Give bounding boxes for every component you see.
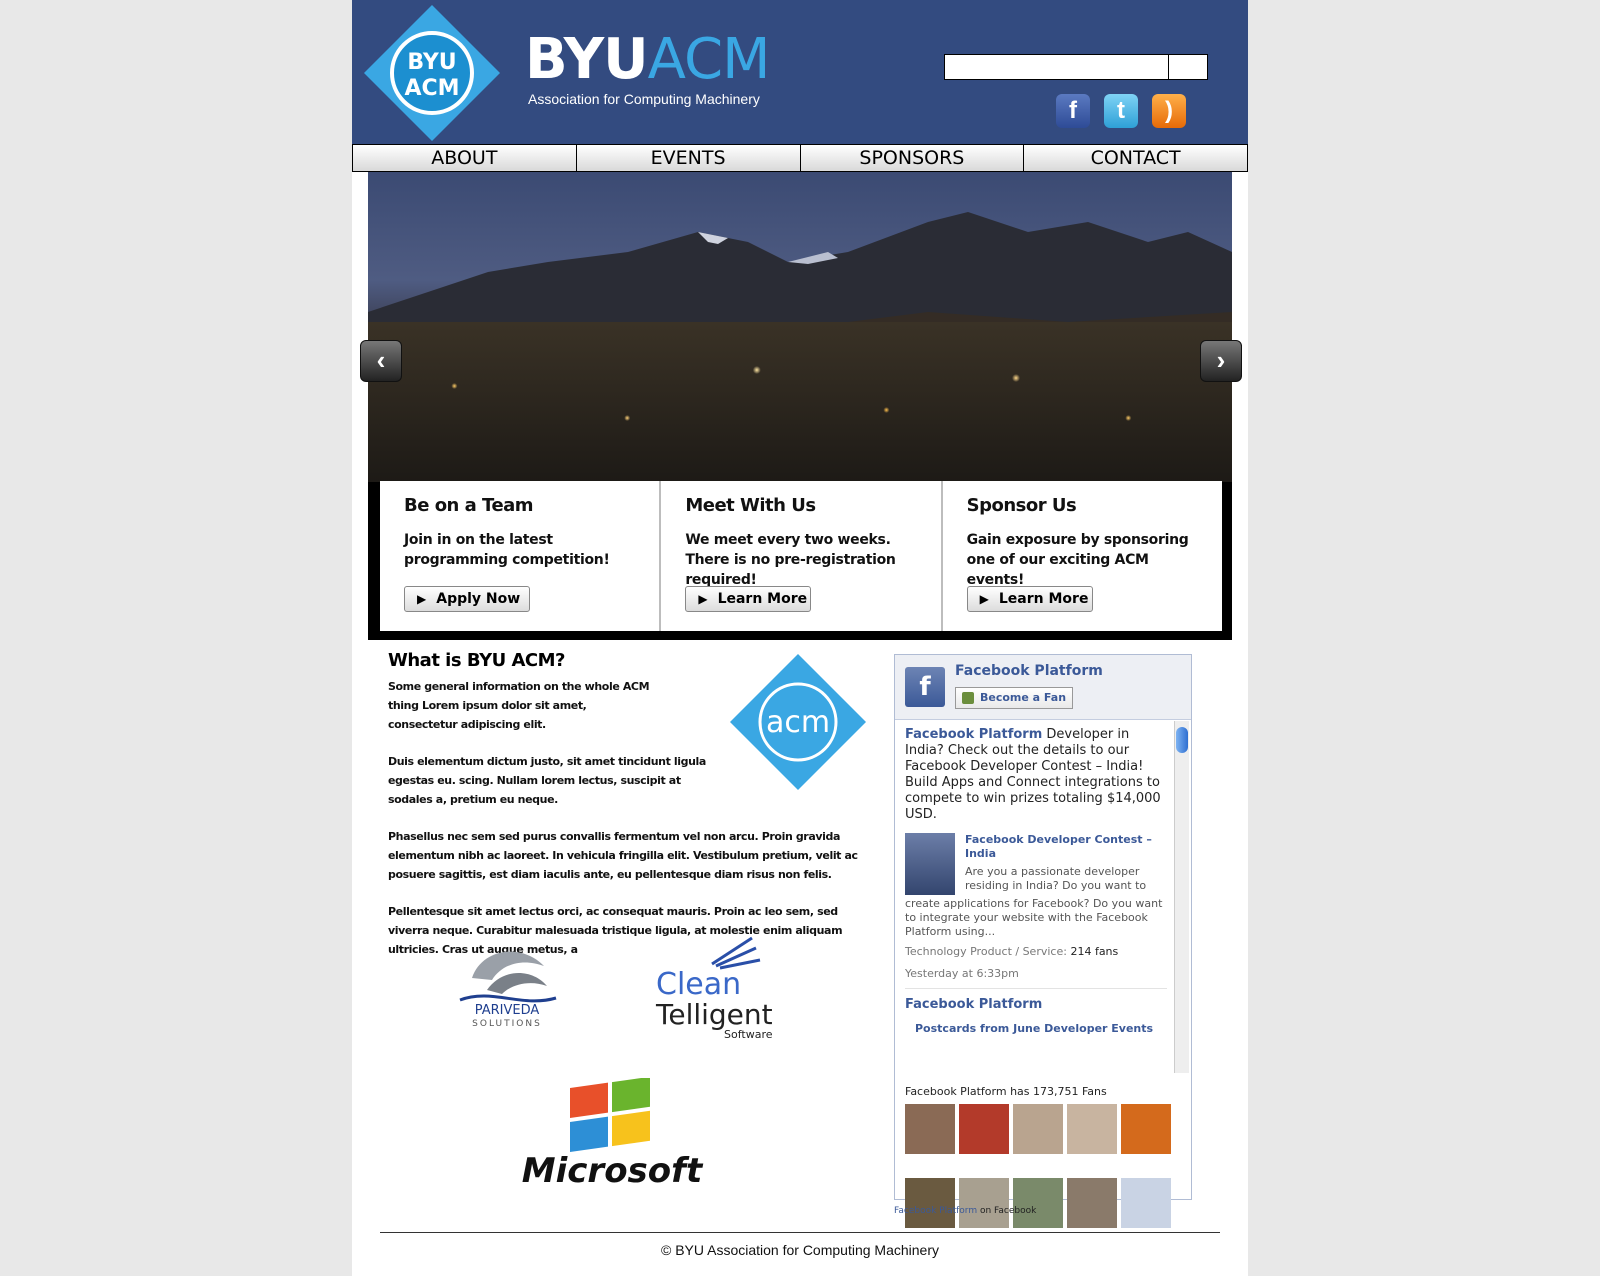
tagline: Association for Computing Machinery [528,91,760,107]
search-input[interactable] [947,56,1167,76]
brand-title: BYUACM [525,27,771,92]
pariveda-name: PARIVEDA [475,1003,540,1018]
hero-slideshow: Be on a Team Join in on the latest progr… [368,172,1232,640]
city-lights [368,322,1232,482]
page: BYU ACM BYUACM Association for Computing… [352,0,1248,1276]
fan-avatar[interactable] [905,1178,955,1228]
fan-avatar-grid [905,1104,1181,1252]
nav-contact[interactable]: CONTACT [1024,144,1248,172]
attachment-desc: Are you a passionate developer residing … [965,865,1147,892]
fan-avatar[interactable] [1013,1104,1063,1154]
microsoft-text: Microsoft [522,1151,704,1190]
meta-label: Technology Product / Service: [905,945,1067,958]
acm-logo: acm [730,654,866,790]
pariveda-sub: SOLUTIONS [472,1019,542,1028]
button-label: Apply Now [436,591,521,607]
card-sponsor: Sponsor Us Gain exposure by sponsoring o… [943,481,1222,631]
fb-header: f Facebook Platform Become a Fan [895,655,1191,720]
about-paragraph: Phasellus nec sem sed purus convallis fe… [388,830,858,881]
scrollbar-thumb[interactable] [1176,727,1188,753]
fb-feed: Facebook Platform Developer in India? Ch… [895,719,1191,1075]
meta-value: 214 fans [1070,945,1119,958]
brand-part1: BYU [525,27,649,92]
pariveda-logo[interactable]: PARIVEDA SOLUTIONS [452,938,562,1028]
acm-logo-text: acm [766,705,830,740]
card-team: Be on a Team Join in on the latest progr… [380,481,662,631]
fan-avatar[interactable] [905,1104,955,1154]
about-paragraph: Some general information on the whole AC… [388,680,650,731]
footer-divider [380,1232,1220,1233]
about-paragraph: Duis elementum dictum justo, sit amet ti… [388,755,706,806]
fb-footer: Facebook Platform on Facebook [894,1206,1036,1216]
search-button[interactable] [1168,55,1207,79]
card-title: Be on a Team [404,495,534,516]
fan-avatar[interactable] [1013,1178,1063,1228]
main-nav: ABOUT EVENTS SPONSORS CONTACT [352,144,1248,172]
facebook-glyph: f [1069,97,1077,124]
search-box [944,54,1208,80]
rss-icon[interactable]: ) [1152,94,1186,128]
fb-timestamp: Yesterday at 6:33pm [905,967,1167,989]
apply-now-button[interactable]: ▶ Apply Now [404,586,530,612]
logo-text-bottom: ACM [404,76,459,101]
microsoft-logo[interactable]: Microsoft [512,1078,712,1190]
facebook-fan-box: f Facebook Platform Become a Fan Faceboo… [894,654,1192,1228]
fb-post-author[interactable]: Facebook Platform [905,727,1042,742]
learn-more-button[interactable]: ▶ Learn More [685,586,812,612]
site-footer: © BYU Association for Computing Machiner… [661,1242,939,1258]
card-text: We meet every two weeks. There is no pre… [685,532,896,588]
play-icon: ▶ [979,592,989,606]
clean-text: Clean [656,967,741,1002]
chevron-left-icon[interactable]: ‹ [360,340,402,382]
fb-post2-title[interactable]: Postcards from June Developer Events [915,1022,1167,1035]
attachment-desc-rest: create applications for Facebook? Do you… [905,897,1163,938]
learn-more-button[interactable]: ▶ Learn More [966,586,1093,612]
fan-avatar[interactable] [1067,1104,1117,1154]
fb-fans: Facebook Platform has 173,751 Fans [905,1085,1181,1252]
attachment-title[interactable]: Facebook Developer Contest – India [965,833,1167,861]
card-text: Join in on the latest programming compet… [404,532,610,568]
fb-attachment: Facebook Developer Contest – India Are y… [905,833,1167,897]
nav-events[interactable]: EVENTS [576,144,801,172]
fan-avatar[interactable] [959,1178,1009,1228]
fb-post: Facebook Platform Developer in India? Ch… [905,727,1167,823]
rss-glyph: ) [1165,97,1173,124]
button-label: Learn More [998,591,1089,607]
fb-footer-suffix: on Facebook [977,1206,1037,1216]
site-header: BYU ACM BYUACM Association for Computing… [352,0,1248,144]
byu-acm-logo[interactable]: BYU ACM [362,3,502,143]
card-text: Gain exposure by sponsoring one of our e… [966,532,1189,588]
become-a-fan-button[interactable]: Become a Fan [955,687,1074,709]
nav-sponsors[interactable]: SPONSORS [800,144,1025,172]
chevron-right-icon[interactable]: › [1200,340,1242,382]
cleantelligent-logo[interactable]: Clean Telligent Software [652,934,782,1044]
fb-page-name[interactable]: Facebook Platform [955,663,1103,679]
brand-part2: ACM [647,27,771,92]
card-meet: Meet With Us We meet every two weeks. Th… [661,481,943,631]
software-text: Software [724,1028,773,1041]
attachment-thumbnail[interactable] [905,833,955,895]
fb-post2-author[interactable]: Facebook Platform [905,997,1167,1012]
telligent-text: Telligent [655,998,773,1031]
nav-about[interactable]: ABOUT [352,144,577,172]
fan-avatar[interactable] [1067,1178,1117,1228]
play-icon: ▶ [417,592,427,606]
hero-cards: Be on a Team Join in on the latest progr… [380,481,1222,631]
facebook-page-icon: f [905,667,945,707]
play-icon: ▶ [698,592,708,606]
button-label: Learn More [717,591,808,607]
twitter-icon[interactable]: t [1104,94,1138,128]
fans-count: Facebook Platform has 173,751 Fans [905,1085,1107,1098]
twitter-glyph: t [1117,97,1125,124]
facebook-icon[interactable]: f [1056,94,1090,128]
fb-footer-link[interactable]: Facebook Platform [894,1206,977,1216]
fan-avatar[interactable] [1121,1104,1171,1154]
logo-text-top: BYU [407,50,456,75]
card-title: Sponsor Us [966,495,1077,516]
fan-avatar[interactable] [959,1104,1009,1154]
card-title: Meet With Us [685,495,816,516]
fb-feed-scrollbar[interactable] [1174,721,1189,1073]
fan-avatar[interactable] [1121,1178,1171,1228]
fb-meta: Technology Product / Service: 214 fans [905,945,1167,959]
